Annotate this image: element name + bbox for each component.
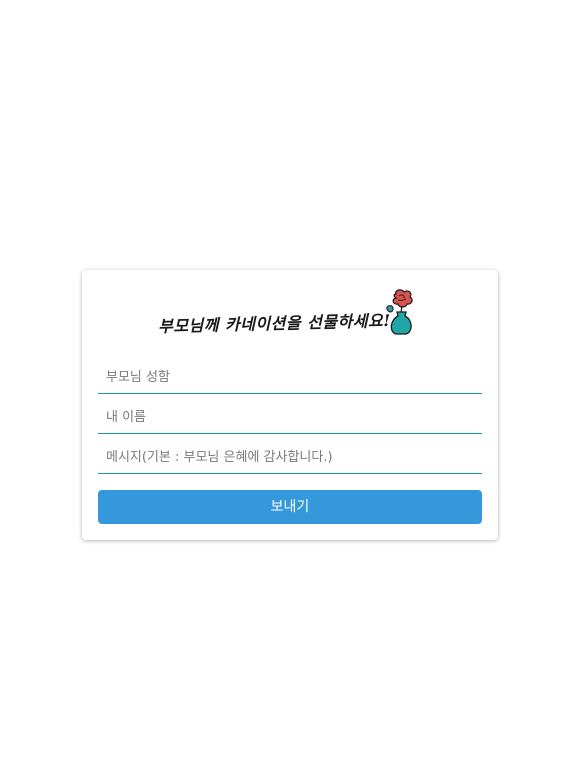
message-input[interactable] bbox=[98, 442, 482, 472]
carnation-vase-icon bbox=[382, 288, 418, 336]
parent-name-input[interactable] bbox=[98, 362, 482, 392]
message-field bbox=[98, 442, 482, 474]
page-title: 부모님께 카네이션을 선물하세요! bbox=[157, 310, 391, 337]
carnation-form-card: 부모님께 카네이션을 선물하세요! 보내기 bbox=[82, 270, 498, 540]
send-button[interactable]: 보내기 bbox=[98, 490, 482, 524]
my-name-field bbox=[98, 402, 482, 434]
my-name-input[interactable] bbox=[98, 402, 482, 432]
parent-name-field bbox=[98, 362, 482, 394]
card-header: 부모님께 카네이션을 선물하세요! bbox=[82, 288, 498, 338]
